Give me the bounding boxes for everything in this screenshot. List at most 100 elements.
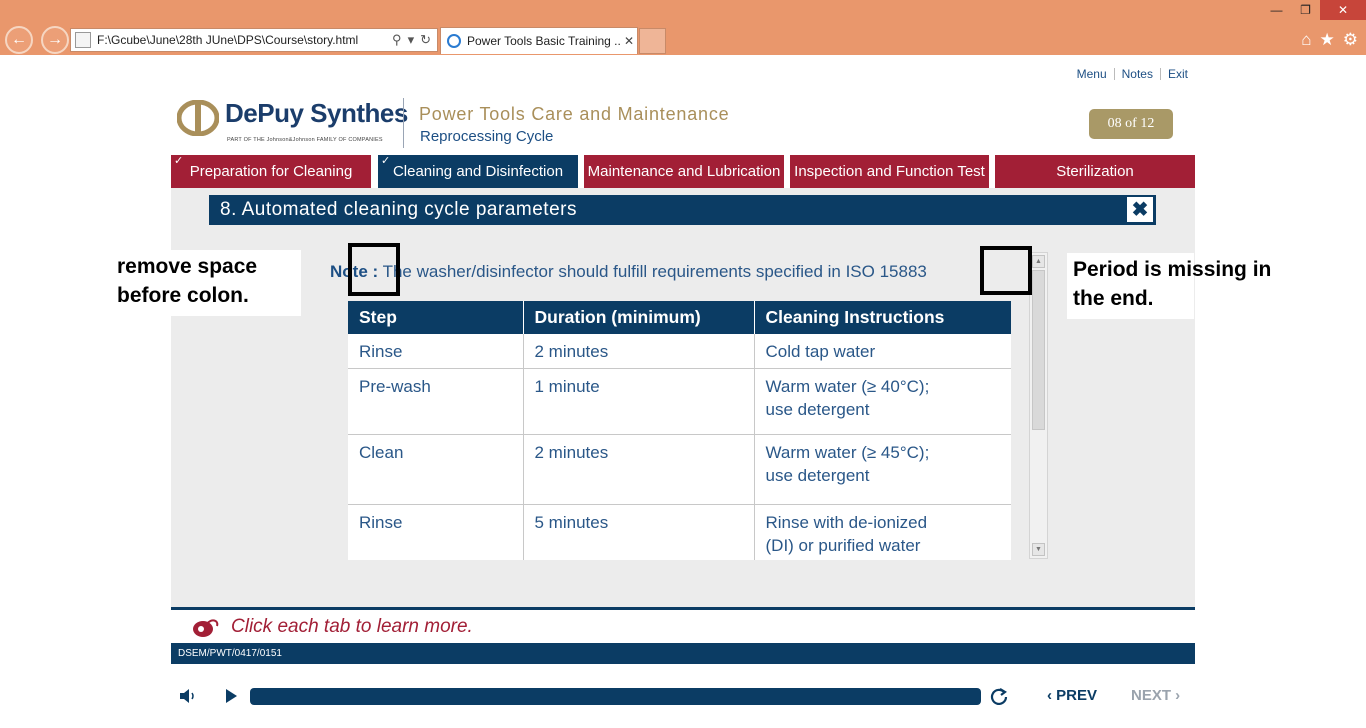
next-label: NEXT bbox=[1131, 687, 1172, 704]
annotation-text: Period is missing in bbox=[1073, 258, 1272, 281]
replay-icon[interactable] bbox=[989, 686, 1009, 706]
cell-line: Warm water (≥ 45°C); bbox=[765, 442, 930, 462]
top-links: Menu Notes Exit bbox=[1077, 67, 1188, 81]
settings-icon[interactable]: ⚙ bbox=[1343, 30, 1358, 50]
table-cell: Cold tap water bbox=[754, 334, 1011, 369]
tab-label: Sterilization bbox=[1056, 163, 1134, 180]
table-cell: 2 minutes bbox=[523, 434, 755, 505]
progress-bar[interactable] bbox=[250, 688, 981, 705]
refresh-icon[interactable]: ↻ bbox=[420, 32, 431, 48]
annotation-left: remove space before colon. bbox=[111, 250, 301, 316]
cell-line: Rinse with de-ionized bbox=[765, 512, 928, 532]
hint-text: Click each tab to learn more. bbox=[231, 615, 473, 637]
address-url[interactable]: F:\Gcube\June\28th JUne\DPS\Course\story… bbox=[97, 33, 392, 47]
tab-label: Maintenance and Lubrication bbox=[587, 163, 781, 180]
menu-link[interactable]: Menu bbox=[1077, 67, 1107, 81]
annotation-right: Period is missing in the end. bbox=[1067, 253, 1272, 319]
table-cell: Warm water (≥ 45°C); use detergent bbox=[754, 434, 1011, 505]
course-code: DSEM/PWT/0417/0151 bbox=[178, 648, 282, 659]
notes-link[interactable]: Notes bbox=[1122, 67, 1153, 81]
table-cell: Clean bbox=[348, 434, 524, 505]
home-icon[interactable]: ⌂ bbox=[1301, 30, 1311, 50]
note-text: Note : The washer/disinfector should ful… bbox=[330, 262, 927, 282]
table-cell: 1 minute bbox=[523, 368, 755, 435]
divider bbox=[1113, 68, 1115, 80]
annotation-text: before colon. bbox=[117, 284, 249, 307]
table-cell: 5 minutes bbox=[523, 504, 755, 560]
restore-icon[interactable]: ❐ bbox=[1291, 0, 1320, 20]
cycle-parameters-table: Step Duration (minimum) Cleaning Instruc… bbox=[348, 301, 1011, 560]
page-icon bbox=[75, 32, 91, 48]
next-button[interactable]: NEXT › bbox=[1131, 687, 1180, 704]
annotation-text: remove space bbox=[117, 255, 258, 278]
search-icon[interactable]: ⚲ bbox=[392, 32, 402, 48]
table-header-row: Step Duration (minimum) Cleaning Instruc… bbox=[348, 301, 1011, 334]
table-cell: Pre-wash bbox=[348, 368, 524, 435]
tab-inspection-and-function-test[interactable]: Inspection and Function Test bbox=[790, 155, 989, 188]
prev-button[interactable]: ‹ PREV bbox=[1047, 687, 1097, 704]
scroll-up-icon[interactable]: ▲ bbox=[1032, 255, 1045, 268]
back-icon[interactable]: ← bbox=[5, 26, 33, 54]
column-header-instructions: Cleaning Instructions bbox=[754, 301, 1011, 334]
column-header-duration: Duration (minimum) bbox=[523, 301, 755, 334]
table-row: Rinse 2 minutes Cold tap water bbox=[348, 334, 1011, 369]
table-row: Clean 2 minutes Warm water (≥ 45°C); use … bbox=[348, 434, 1011, 505]
table-cell: Rinse bbox=[348, 504, 524, 560]
logo-mark-icon bbox=[177, 100, 219, 136]
table-row: Rinse 5 minutes Rinse with de-ionized (DI… bbox=[348, 504, 1011, 560]
scroll-thumb[interactable] bbox=[1032, 270, 1045, 430]
exit-link[interactable]: Exit bbox=[1168, 67, 1188, 81]
table-scrollbar[interactable]: ▲ ▼ bbox=[1029, 252, 1048, 559]
annotation-box-period bbox=[980, 246, 1032, 295]
tab-preparation-for-cleaning[interactable]: ✓ Preparation for Cleaning bbox=[171, 155, 371, 188]
tab-cleaning-and-disinfection[interactable]: ✓ Cleaning and Disinfection bbox=[378, 155, 578, 188]
check-icon: ✓ bbox=[174, 155, 184, 167]
scroll-down-icon[interactable]: ▼ bbox=[1032, 543, 1045, 556]
tab-label: Cleaning and Disinfection bbox=[392, 163, 564, 180]
table-cell: 2 minutes bbox=[523, 334, 755, 369]
dropdown-icon[interactable]: ▾ bbox=[408, 32, 415, 48]
new-tab-button[interactable] bbox=[639, 28, 666, 54]
divider bbox=[1159, 68, 1161, 80]
tab-sterilization[interactable]: Sterilization bbox=[995, 155, 1195, 188]
window-controls: — ❐ ✕ bbox=[1262, 0, 1366, 20]
depuy-synthes-logo: DePuy Synthes PART OF THE Johnson&Johnso… bbox=[177, 98, 408, 148]
ie-icon bbox=[447, 34, 461, 48]
favorites-icon[interactable]: ★ bbox=[1320, 30, 1335, 50]
tab-maintenance-and-lubrication[interactable]: Maintenance and Lubrication bbox=[584, 155, 784, 188]
forward-icon[interactable]: → bbox=[41, 26, 69, 54]
table-cell: Rinse with de-ionized (DI) or purified wa… bbox=[754, 504, 1011, 560]
minimize-icon[interactable]: — bbox=[1262, 0, 1291, 20]
tab-label: Inspection and Function Test bbox=[794, 163, 985, 180]
chevron-right-icon: › bbox=[1171, 687, 1181, 704]
tab-label: Preparation for Cleaning bbox=[189, 163, 353, 180]
table-row: Pre-wash 1 minute Warm water (≥ 40°C); us… bbox=[348, 368, 1011, 435]
mouse-icon bbox=[193, 618, 219, 637]
course-code-bar: DSEM/PWT/0417/0151 bbox=[171, 643, 1195, 664]
cell-line: Warm water (≥ 40°C); bbox=[765, 376, 930, 396]
check-icon: ✓ bbox=[381, 155, 391, 167]
table-cell: Warm water (≥ 40°C); use detergent bbox=[754, 368, 1011, 435]
address-bar[interactable]: F:\Gcube\June\28th JUne\DPS\Course\story… bbox=[70, 28, 438, 52]
logo-subtext: PART OF THE Johnson&Johnson FAMILY OF CO… bbox=[227, 137, 383, 143]
annotation-box-colon bbox=[348, 243, 400, 296]
page-indicator: 08 of 12 bbox=[1089, 109, 1173, 139]
prev-label: PREV bbox=[1056, 687, 1098, 704]
annotation-text: the end. bbox=[1073, 287, 1154, 310]
tab-close-icon[interactable]: ✕ bbox=[621, 34, 637, 48]
browser-tab-title: Power Tools Basic Training ... bbox=[467, 34, 621, 48]
cell-line: use detergent bbox=[765, 399, 870, 419]
browser-tab[interactable]: Power Tools Basic Training ... ✕ bbox=[440, 27, 638, 54]
note-body: The washer/disinfector should fulfill re… bbox=[378, 262, 927, 281]
chevron-left-icon: ‹ bbox=[1047, 687, 1057, 704]
table-cell: Rinse bbox=[348, 334, 524, 369]
play-icon[interactable] bbox=[222, 687, 240, 705]
course-subtitle: Reprocessing Cycle bbox=[420, 128, 554, 145]
volume-icon[interactable] bbox=[178, 687, 198, 705]
column-header-step: Step bbox=[348, 301, 524, 334]
cell-line: use detergent bbox=[765, 465, 870, 485]
close-slide-button[interactable]: ✖ bbox=[1126, 196, 1154, 223]
logo-text: DePuy Synthes bbox=[225, 98, 408, 128]
window-close-icon[interactable]: ✕ bbox=[1320, 0, 1366, 20]
header-divider bbox=[403, 98, 404, 148]
